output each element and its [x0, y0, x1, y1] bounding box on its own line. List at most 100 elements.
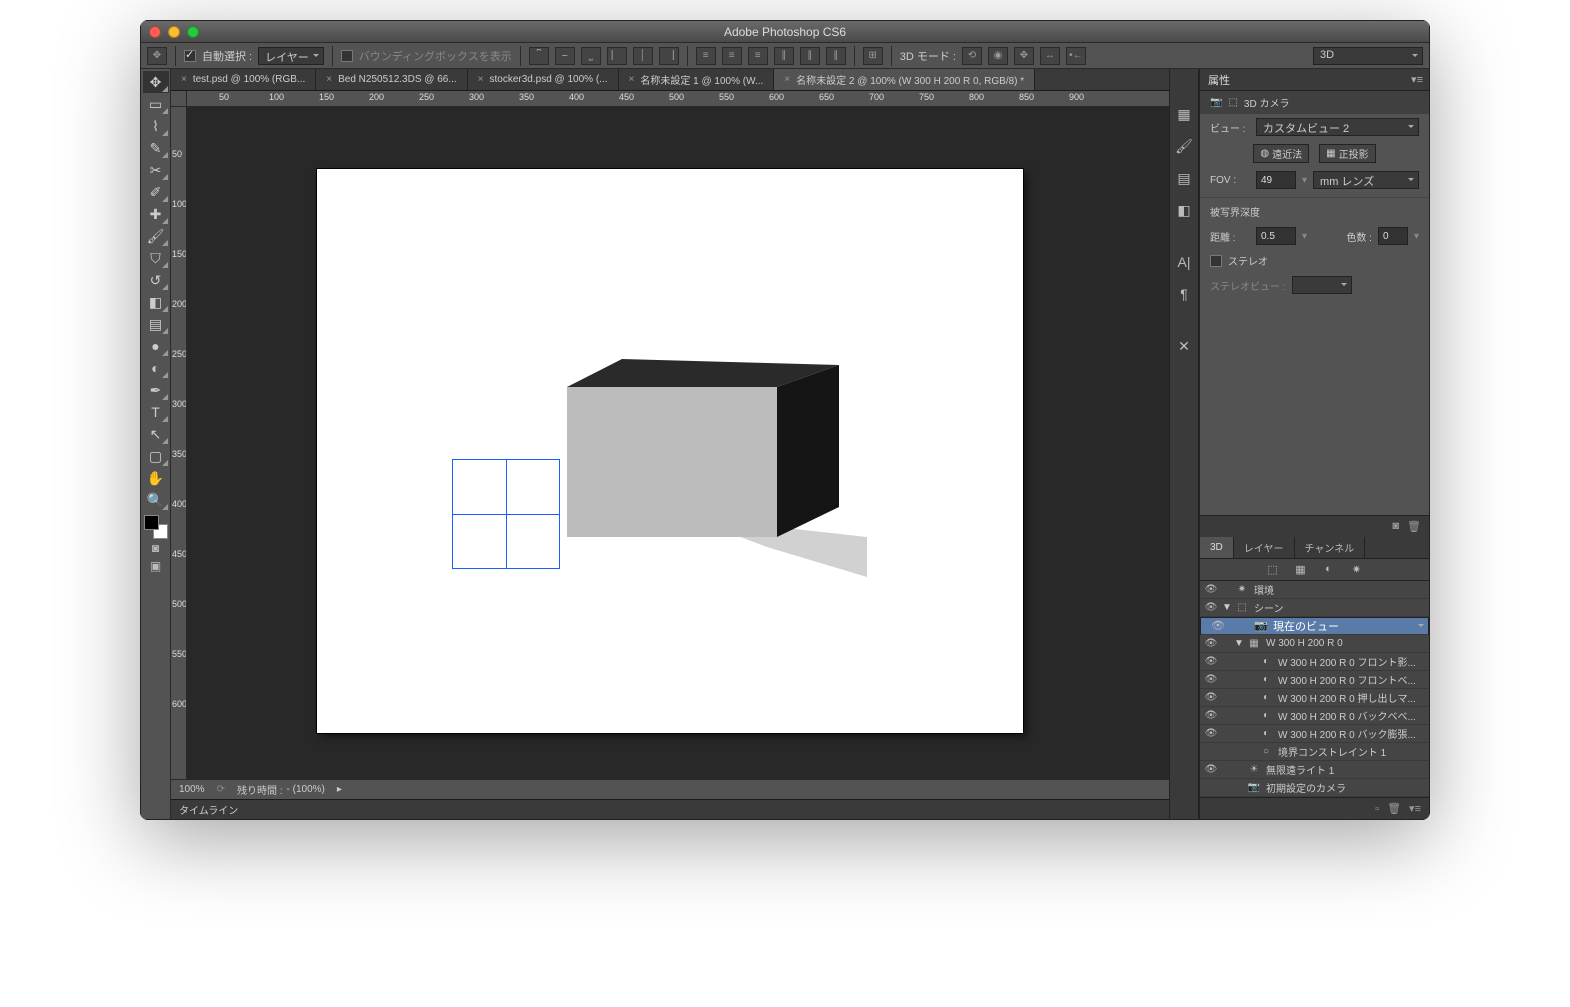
perspective-button[interactable]: ◍ 遠近法 [1253, 144, 1309, 163]
distribute-right-button[interactable]: ∥ [826, 47, 846, 65]
align-vcenter-button[interactable]: ⎯ [555, 47, 575, 65]
swatches-panel-icon[interactable]: ▤ [1173, 167, 1195, 189]
fov-unit-dropdown[interactable]: mm レンズ [1313, 171, 1419, 189]
visibility-toggle-icon[interactable]: 👁 [1200, 674, 1222, 685]
histogram-panel-icon[interactable]: ▦ [1173, 103, 1195, 125]
close-window-button[interactable] [149, 26, 161, 38]
zoom-level[interactable]: 100% [179, 784, 205, 795]
scene-tree-row[interactable]: 👁◐W 300 H 200 R 0 バック膨張... [1200, 725, 1429, 743]
close-tab-icon[interactable]: × [326, 74, 332, 85]
eraser-tool[interactable]: ◧ [143, 291, 169, 313]
healing-tool[interactable]: ✚ [143, 203, 169, 225]
document-tab[interactable]: ×名称未設定 1 @ 100% (W... [619, 69, 775, 90]
close-tab-icon[interactable]: × [629, 74, 635, 85]
filter-light-icon[interactable]: ✷ [1348, 561, 1366, 577]
iris-input[interactable] [1378, 227, 1408, 245]
new-scene-item-icon[interactable]: ▫ [1375, 803, 1379, 815]
document-tab[interactable]: ×test.psd @ 100% (RGB... [171, 69, 316, 90]
auto-select-checkbox[interactable] [184, 50, 196, 62]
pen-tool[interactable]: ✒ [143, 379, 169, 401]
align-left-button[interactable]: ⎸ [607, 47, 627, 65]
screen-mode-button[interactable]: ▣ [145, 557, 167, 575]
document-tab[interactable]: ×stocker3d.psd @ 100% (... [468, 69, 619, 90]
orthographic-button[interactable]: ▦ 正投影 [1319, 144, 1375, 163]
visibility-toggle-icon[interactable]: 👁 [1200, 656, 1222, 667]
properties-menu-icon[interactable]: ▾≡ [1411, 73, 1423, 86]
3d-orbit-button[interactable]: ⟲ [962, 47, 982, 65]
close-tab-icon[interactable]: × [478, 74, 484, 85]
scene-tree-row[interactable]: 📷初期設定のカメラ [1200, 779, 1429, 797]
align-right-button[interactable]: ⎹ [659, 47, 679, 65]
dodge-tool[interactable]: ◐ [143, 357, 169, 379]
minimize-window-button[interactable] [168, 26, 180, 38]
3d-zoom-button[interactable]: •← [1066, 47, 1086, 65]
marquee-tool[interactable]: ▭ [143, 93, 169, 115]
filter-material-icon[interactable]: ◐ [1320, 561, 1338, 577]
expand-toggle-icon[interactable]: ▼ [1234, 638, 1246, 649]
close-tab-icon[interactable]: × [784, 74, 790, 85]
stereo-view-dropdown[interactable] [1292, 276, 1352, 294]
scene-tree-row[interactable]: 👁☀無限遠ライト 1 [1200, 761, 1429, 779]
history-brush-tool[interactable]: ↺ [143, 269, 169, 291]
document-tab[interactable]: ×Bed N250512.3DS @ 66... [316, 69, 467, 90]
scene-panel-tab[interactable]: レイヤー [1234, 537, 1295, 558]
brush-tool[interactable]: 🖌 [143, 225, 169, 247]
fov-input[interactable] [1256, 171, 1296, 189]
delete-icon[interactable]: 🗑 [1407, 520, 1421, 533]
render-button-icon[interactable]: ◙ [1392, 520, 1399, 532]
distribute-bottom-button[interactable]: ≡ [748, 47, 768, 65]
shape-tool[interactable]: ▢ [143, 445, 169, 467]
auto-align-button[interactable]: ⊞ [863, 47, 883, 65]
vertical-ruler[interactable]: 050100150200250300350400450500550600 [171, 107, 187, 779]
view-dropdown[interactable]: カスタムビュー 2 [1256, 118, 1419, 136]
color-swatch[interactable] [144, 515, 168, 539]
auto-select-target-dropdown[interactable]: レイヤー [258, 47, 324, 65]
scene-tree-row[interactable]: 👁✷環境 [1200, 581, 1429, 599]
eyedropper-tool[interactable]: ✐ [143, 181, 169, 203]
scene-tree-row[interactable]: 👁◐W 300 H 200 R 0 フロント影... [1200, 653, 1429, 671]
crop-tool[interactable]: ✂ [143, 159, 169, 181]
3d-pan-button[interactable]: ✥ [1014, 47, 1034, 65]
blur-tool[interactable]: ● [143, 335, 169, 357]
scene-tree-row[interactable]: 👁📷現在のビュー [1200, 617, 1429, 635]
distribute-left-button[interactable]: ∥ [774, 47, 794, 65]
ruler-origin[interactable] [171, 91, 187, 106]
type-tool[interactable]: T [143, 401, 169, 423]
distribute-hcenter-button[interactable]: ∥ [800, 47, 820, 65]
scene-menu-icon[interactable]: ▾≡ [1409, 802, 1421, 815]
scene-panel-tab[interactable]: チャンネル [1295, 537, 1366, 558]
stereo-checkbox[interactable] [1210, 255, 1222, 267]
distribute-vcenter-button[interactable]: ≡ [722, 47, 742, 65]
scene-tree-row[interactable]: 👁◐W 300 H 200 R 0 押し出しマ... [1200, 689, 1429, 707]
canvas-area[interactable] [187, 107, 1169, 779]
close-tab-icon[interactable]: × [181, 74, 187, 85]
align-bottom-button[interactable]: ⎵ [581, 47, 601, 65]
filter-scene-icon[interactable]: ⬚ [1264, 561, 1282, 577]
scene-tree-row[interactable]: ○境界コンストレイント 1 [1200, 743, 1429, 761]
scene-tree-row[interactable]: 👁▼⬚シーン [1200, 599, 1429, 617]
zoom-tool[interactable]: 🔍 [143, 489, 169, 511]
visibility-toggle-icon[interactable]: 👁 [1200, 764, 1222, 775]
properties-panel-header[interactable]: 属性▾≡ [1200, 69, 1429, 91]
visibility-toggle-icon[interactable]: 👁 [1200, 710, 1222, 721]
filter-mesh-icon[interactable]: ▦ [1292, 561, 1310, 577]
3d-slide-button[interactable]: ↔ [1040, 47, 1060, 65]
stamp-tool[interactable]: ⛉ [143, 247, 169, 269]
paragraph-panel-icon[interactable]: ¶ [1173, 283, 1195, 305]
quick-select-tool[interactable]: ✎ [143, 137, 169, 159]
scene-tree-row[interactable]: 👁◐W 300 H 200 R 0 バックベベ... [1200, 707, 1429, 725]
brushes-panel-icon[interactable]: 🖌 [1173, 135, 1195, 157]
align-top-button[interactable]: ⎴ [529, 47, 549, 65]
character-panel-icon[interactable]: A| [1173, 251, 1195, 273]
distance-input[interactable] [1256, 227, 1296, 245]
timeline-panel-tab[interactable]: タイムライン [171, 799, 1169, 819]
quick-mask-button[interactable]: ◙ [145, 539, 167, 557]
gradient-tool[interactable]: ▤ [143, 313, 169, 335]
scene-panel-tab[interactable]: 3D [1200, 537, 1234, 558]
align-hcenter-button[interactable]: │ [633, 47, 653, 65]
scene-tree-row[interactable]: 👁◐W 300 H 200 R 0 フロントベ... [1200, 671, 1429, 689]
visibility-toggle-icon[interactable]: 👁 [1200, 584, 1222, 595]
delete-scene-item-icon[interactable]: 🗑 [1387, 802, 1401, 815]
adjustments-panel-icon[interactable]: ◧ [1173, 199, 1195, 221]
visibility-toggle-icon[interactable]: 👁 [1207, 619, 1229, 632]
